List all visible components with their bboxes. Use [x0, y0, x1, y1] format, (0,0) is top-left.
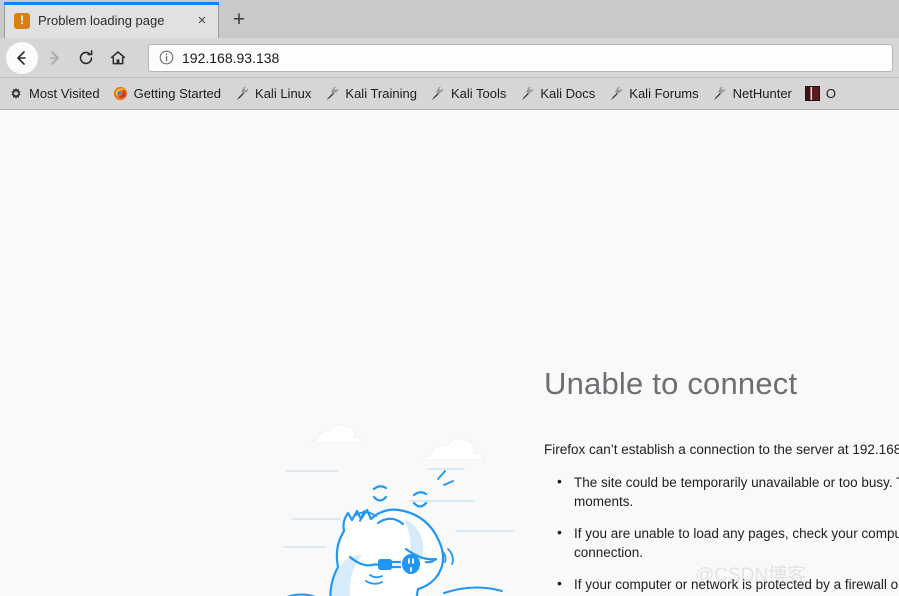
bookmark-kali-docs[interactable]: Kali Docs: [519, 86, 595, 102]
bookmark-getting-started[interactable]: Getting Started: [113, 86, 221, 102]
url-text[interactable]: 192.168.93.138: [182, 50, 279, 66]
close-icon[interactable]: ×: [192, 13, 212, 28]
reload-icon: [79, 49, 93, 64]
page-title: Unable to connect: [544, 366, 798, 401]
bookmark-nethunter[interactable]: NetHunter: [712, 86, 792, 102]
bookmark-label: Kali Docs: [540, 86, 596, 101]
bookmark-kali-forums[interactable]: Kali Forums: [608, 86, 699, 102]
error-text-column: Unable to connect Firefox can’t establis…: [544, 366, 899, 596]
bookmark-kali-tools[interactable]: Kali Tools: [430, 86, 506, 102]
home-button[interactable]: [102, 42, 134, 74]
bookmark-label: Kali Tools: [450, 86, 507, 101]
new-tab-button[interactable]: +: [222, 3, 256, 37]
bookmark-label: O: [825, 86, 837, 101]
bookmark-offensive-security[interactable]: O: [805, 86, 836, 102]
info-circle-icon[interactable]: [157, 50, 175, 65]
wrench-icon: [608, 86, 624, 102]
navigation-toolbar: 192.168.93.138: [0, 38, 899, 78]
forward-button: [38, 42, 70, 74]
arrow-right-icon: [50, 50, 59, 65]
home-icon: [110, 50, 126, 64]
warning-icon: [14, 12, 30, 29]
list-item: If your computer or network is protected…: [557, 574, 899, 596]
tab-strip: Problem loading page × +: [0, 0, 899, 38]
bookmark-label: Getting Started: [133, 86, 222, 101]
wrench-icon: [234, 86, 250, 102]
arrow-left-icon: [17, 50, 26, 65]
book-icon: [805, 86, 821, 102]
firefox-icon: [113, 86, 129, 102]
url-bar[interactable]: 192.168.93.138: [148, 43, 893, 72]
tab-problem-loading-page[interactable]: Problem loading page ×: [4, 2, 219, 38]
wrench-icon: [712, 86, 728, 102]
bookmark-label: NetHunter: [732, 86, 792, 101]
bookmark-kali-training[interactable]: Kali Training: [324, 86, 417, 102]
tab-title: Problem loading page: [38, 13, 165, 28]
network-error-page: Unable to connect Firefox can’t establis…: [0, 111, 899, 596]
bookmark-label: Kali Linux: [255, 86, 312, 101]
bookmark-label: Kali Training: [345, 86, 417, 101]
reload-button[interactable]: [70, 42, 102, 74]
bookmark-most-visited[interactable]: Most Visited: [8, 86, 100, 102]
content-area: Unable to connect Firefox can’t establis…: [0, 111, 899, 596]
bookmark-kali-linux[interactable]: Kali Linux: [234, 86, 311, 102]
wrench-icon: [519, 86, 535, 102]
list-item: If you are unable to load any pages, che…: [557, 523, 899, 562]
unplugged-dinosaur-illustration: [283, 424, 515, 596]
gear-icon: [8, 86, 24, 102]
error-suggestions-list: The site could be temporarily unavailabl…: [544, 472, 899, 596]
bookmark-label: Most Visited: [29, 86, 100, 101]
bookmark-label: Kali Forums: [629, 86, 699, 101]
bookmarks-bar: Most Visited Getting Started Kali Linux …: [0, 78, 899, 110]
list-item: The site could be temporarily unavailabl…: [557, 472, 899, 511]
back-button[interactable]: [6, 41, 38, 74]
error-intro-text: Firefox can’t establish a connection to …: [544, 442, 899, 457]
wrench-icon: [430, 86, 446, 102]
wrench-icon: [324, 86, 340, 102]
browser-window: Problem loading page × +: [0, 0, 899, 596]
